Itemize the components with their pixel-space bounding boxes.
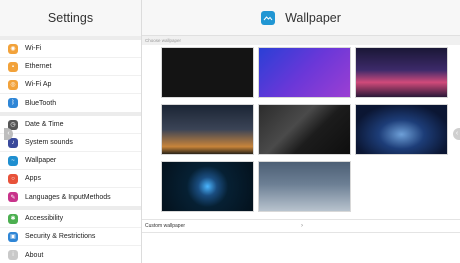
settings-sidebar: Settings ◉ Wi-Fi ▪ Ethernet ◎ Wi-Fi Ap ᛒ… <box>0 0 142 263</box>
wallpaper-thumb-dark-plain[interactable] <box>161 47 254 98</box>
wifi-icon: ◉ <box>8 43 18 54</box>
wallpaper-icon: ~ <box>8 155 18 166</box>
sidebar-item-wifi-ap[interactable]: ◎ Wi-Fi Ap <box>0 76 141 94</box>
ethernet-icon: ▪ <box>8 61 18 72</box>
wallpaper-thumb-dark-diagonal[interactable] <box>258 104 351 155</box>
wallpaper-thumb-milky-way[interactable] <box>161 104 254 155</box>
sidebar-item-apps[interactable]: ○ Apps <box>0 170 141 188</box>
custom-wallpaper-label: Custom wallpaper <box>145 223 186 229</box>
hotspot-icon: ◎ <box>8 79 18 90</box>
chevron-right-icon: › <box>301 223 303 229</box>
sidebar-group-device: ◷ Date & Time ♪ System sounds ~ Wallpape… <box>0 116 141 206</box>
sidebar-item-label: Accessibility <box>25 215 64 222</box>
sidebar-item-label: Ethernet <box>25 63 52 70</box>
page-header: Wallpaper <box>142 0 460 36</box>
sidebar-item-bluetooth[interactable]: ᛒ BlueTooth <box>0 94 141 112</box>
sidebar-item-label: Date & Time <box>25 121 64 128</box>
sidebar-item-wallpaper[interactable]: ~ Wallpaper <box>0 152 141 170</box>
wallpaper-panel: Wallpaper Choose wallpaper Custom wallpa… <box>142 0 460 263</box>
sidebar-item-languages[interactable]: ✎ Languages & InputMethods <box>0 188 141 206</box>
page-title: Wallpaper <box>285 10 341 25</box>
sidebar-item-label: BlueTooth <box>25 99 57 107</box>
wallpaper-thumb-blue-purple[interactable] <box>258 47 351 98</box>
sidebar-item-about[interactable]: i About <box>0 246 141 263</box>
sidebar-item-date-time[interactable]: ◷ Date & Time <box>0 116 141 134</box>
language-icon: ✎ <box>8 192 18 202</box>
sidebar-item-security[interactable]: ▣ Security & Restrictions <box>0 228 141 246</box>
sidebar-item-label: System sounds <box>25 139 73 146</box>
sidebar-item-label: Security & Restrictions <box>25 233 96 240</box>
sidebar-item-label: Apps <box>25 175 41 182</box>
sidebar-group-system: ✱ Accessibility ▣ Security & Restriction… <box>0 210 141 263</box>
sidebar-title: Settings <box>0 0 141 36</box>
sidebar-item-label: About <box>25 251 44 259</box>
bluetooth-icon: ᛒ <box>8 98 18 108</box>
sidebar-item-system-sounds[interactable]: ♪ System sounds <box>0 134 141 152</box>
info-icon: i <box>8 250 18 260</box>
sidebar-item-wifi[interactable]: ◉ Wi-Fi <box>0 40 141 58</box>
sidebar-item-ethernet[interactable]: ▪ Ethernet <box>0 58 141 76</box>
sidebar-item-label: Wi-Fi <box>25 45 42 52</box>
sidebar-group-network: ◉ Wi-Fi ▪ Ethernet ◎ Wi-Fi Ap ᛒ BlueToot… <box>0 40 141 112</box>
custom-wallpaper-row[interactable]: Custom wallpaper › <box>142 219 460 233</box>
apps-icon: ○ <box>8 173 18 184</box>
sidebar-item-accessibility[interactable]: ✱ Accessibility <box>0 210 141 228</box>
section-label: Choose wallpaper <box>142 36 460 45</box>
wallpaper-thumb-blue-fog[interactable] <box>258 161 351 212</box>
accessibility-icon: ✱ <box>8 213 18 224</box>
sidebar-item-label: Languages & InputMethods <box>25 193 111 201</box>
wallpaper-icon <box>261 10 276 25</box>
wallpaper-thumb-pink-horizon[interactable] <box>355 47 448 98</box>
wallpaper-thumb-blue-galaxy[interactable] <box>355 104 448 155</box>
lock-icon: ▣ <box>8 231 18 242</box>
wallpaper-thumb-blue-orb[interactable] <box>161 161 254 212</box>
sidebar-item-label: Wallpaper <box>25 157 57 164</box>
panel-side-handle[interactable]: ‹ <box>453 128 460 140</box>
sidebar-item-label: Wi-Fi Ap <box>25 81 52 88</box>
